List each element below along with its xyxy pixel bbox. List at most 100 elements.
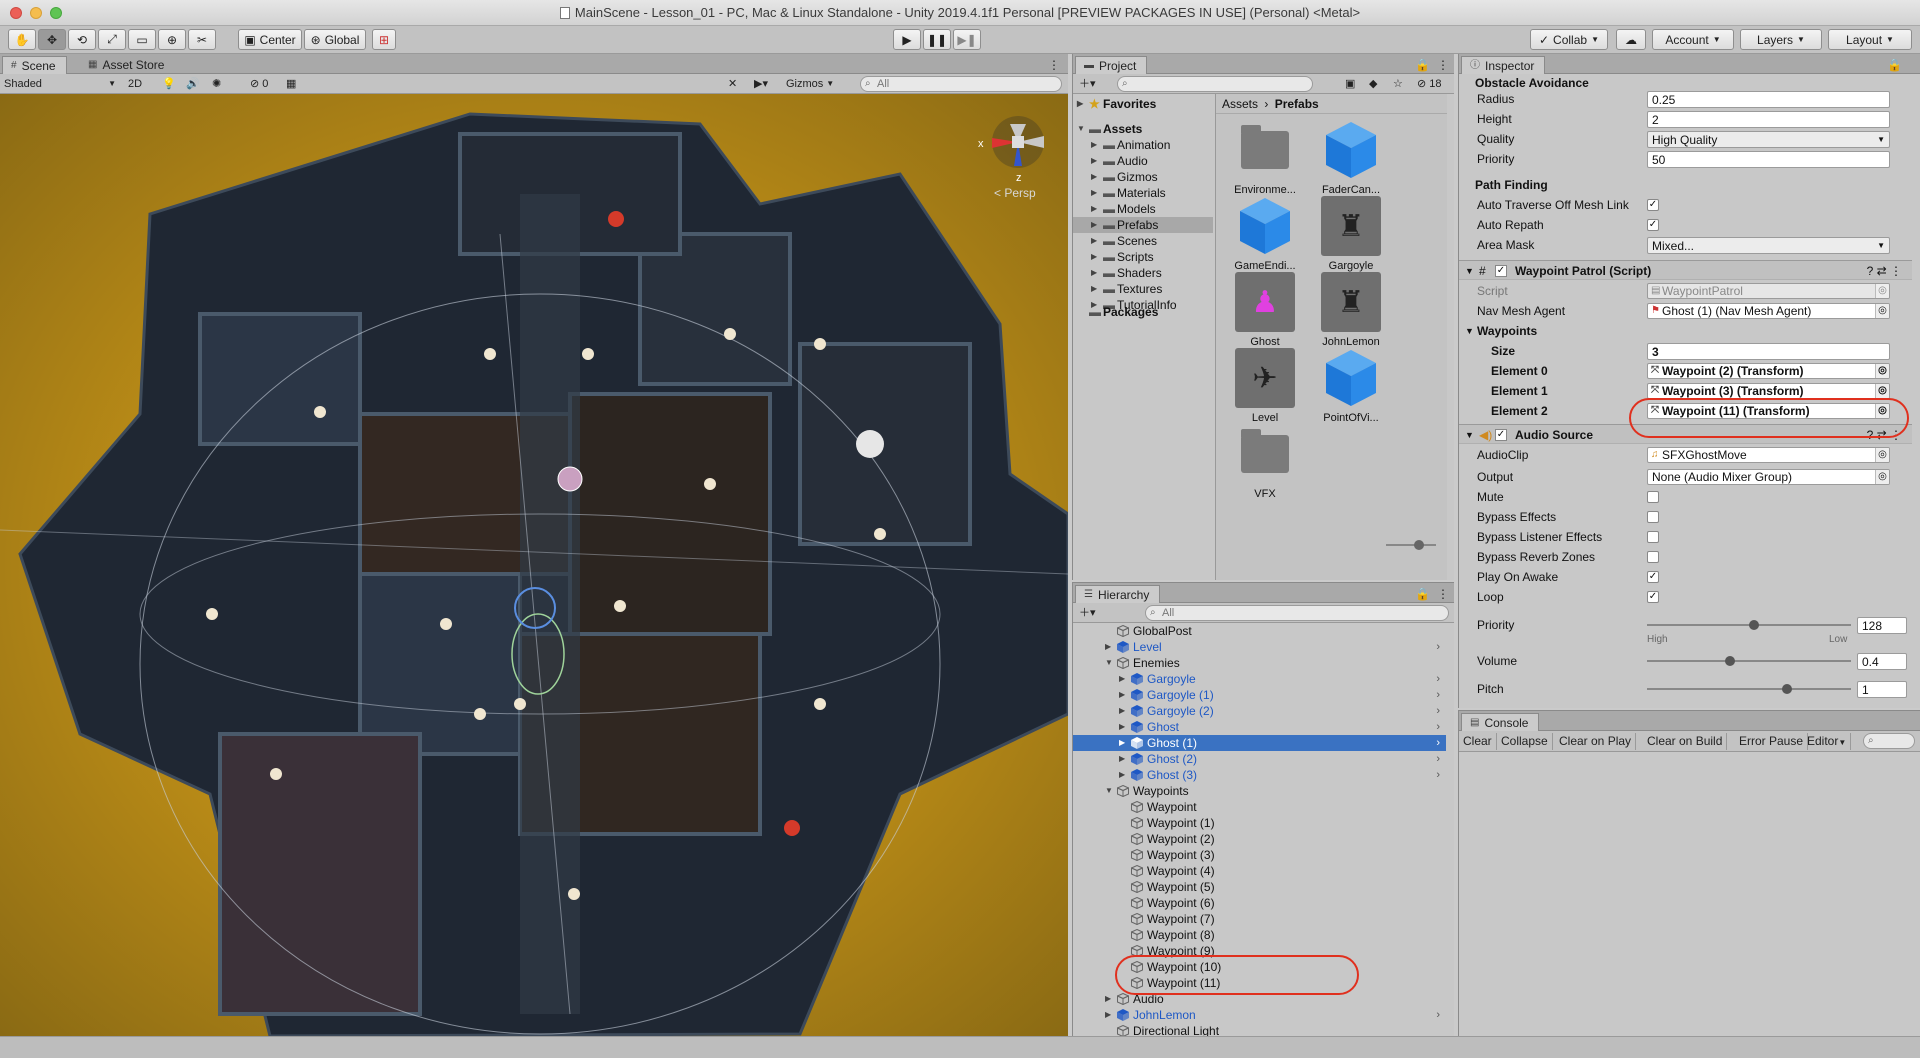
chevron-right-icon[interactable]: › bbox=[1436, 671, 1440, 687]
chevron-right-icon[interactable]: › bbox=[1436, 751, 1440, 767]
object-picker-icon[interactable]: ◎ bbox=[1875, 470, 1889, 484]
snap-button[interactable]: ⊞ bbox=[372, 29, 396, 50]
console-editor-dropdown[interactable]: Editor▼ bbox=[1803, 733, 1852, 750]
hierarchy-row[interactable]: Directional Light bbox=[1073, 1023, 1446, 1037]
folder-item-scripts[interactable]: ▶ ▬ Scripts bbox=[1073, 249, 1213, 265]
waypoint-patrol-enabled-checkbox[interactable]: ✓ bbox=[1495, 265, 1507, 277]
object-picker-icon[interactable]: ◎ bbox=[1875, 448, 1889, 462]
slider-knob[interactable] bbox=[1724, 656, 1735, 666]
asset-item[interactable]: VFX bbox=[1222, 424, 1308, 500]
chevron-right-icon[interactable]: ▶ bbox=[1105, 1007, 1111, 1023]
chevron-right-icon[interactable]: › bbox=[1436, 767, 1440, 783]
tab-console[interactable]: ▤ Console bbox=[1461, 713, 1540, 731]
transform-tool-button[interactable]: ⊕ bbox=[158, 29, 186, 50]
search-by-type-icon[interactable]: ▣ bbox=[1345, 76, 1355, 92]
lock-icon[interactable]: 🔒 bbox=[1887, 56, 1902, 74]
effects-icon[interactable]: ✺ bbox=[212, 76, 221, 92]
hidden-objects-toggle[interactable]: ⊘ 0 bbox=[250, 76, 268, 92]
chevron-right-icon[interactable]: ▶ bbox=[1105, 639, 1111, 655]
chevron-right-icon[interactable]: › bbox=[1436, 735, 1440, 751]
element-0-field[interactable]: ⤧ Waypoint (2) (Transform) ◎ bbox=[1647, 363, 1890, 379]
folder-item-gizmos[interactable]: ▶ ▬ Gizmos bbox=[1073, 169, 1213, 185]
chevron-right-icon[interactable]: ▶ bbox=[1105, 991, 1111, 1007]
rotate-tool-button[interactable]: ⟲ bbox=[68, 29, 96, 50]
console-clear-button[interactable]: Clear bbox=[1459, 733, 1497, 750]
output-field[interactable]: None (Audio Mixer Group) ◎ bbox=[1647, 469, 1890, 485]
chevron-down-icon[interactable]: ▼ bbox=[1105, 655, 1113, 671]
hierarchy-row[interactable]: Waypoint (4) bbox=[1073, 863, 1446, 879]
hierarchy-row[interactable]: ▶ Gargoyle (2) › bbox=[1073, 703, 1446, 719]
create-button[interactable]: ＋▾ bbox=[1079, 76, 1096, 92]
quality-dropdown[interactable]: High Quality ▼ bbox=[1647, 131, 1890, 148]
scene-search-input[interactable]: ⌕ All bbox=[860, 76, 1062, 92]
chevron-right-icon[interactable]: › bbox=[1436, 687, 1440, 703]
asset-item[interactable]: GameEndi... bbox=[1222, 196, 1308, 272]
camera-icon[interactable]: ▶▾ bbox=[754, 76, 768, 92]
object-picker-icon[interactable]: ◎ bbox=[1875, 384, 1889, 398]
hierarchy-row[interactable]: Waypoint bbox=[1073, 799, 1446, 815]
hand-tool-button[interactable]: ✋ bbox=[8, 29, 36, 50]
hierarchy-row[interactable]: ▶ Gargoyle › bbox=[1073, 671, 1446, 687]
folder-item-models[interactable]: ▶ ▬ Models bbox=[1073, 201, 1213, 217]
auto-traverse-checkbox[interactable]: ✓ bbox=[1647, 199, 1659, 211]
hierarchy-row[interactable]: Waypoint (5) bbox=[1073, 879, 1446, 895]
height-field[interactable]: 2 bbox=[1647, 111, 1890, 128]
tab-scene[interactable]: # Scene bbox=[2, 56, 67, 74]
hierarchy-search-input[interactable]: ⌕ All bbox=[1145, 605, 1449, 621]
rect-tool-button[interactable]: ▭ bbox=[128, 29, 156, 50]
bypass-effects-checkbox[interactable] bbox=[1647, 511, 1659, 523]
folder-item-materials[interactable]: ▶ ▬ Materials bbox=[1073, 185, 1213, 201]
priority-field[interactable]: 50 bbox=[1647, 151, 1890, 168]
auto-repath-checkbox[interactable]: ✓ bbox=[1647, 219, 1659, 231]
mute-checkbox[interactable] bbox=[1647, 491, 1659, 503]
hierarchy-row[interactable]: ▶ Ghost › bbox=[1073, 719, 1446, 735]
hierarchy-row[interactable]: Waypoint (3) bbox=[1073, 847, 1446, 863]
hierarchy-row[interactable]: ▶ Gargoyle (1) › bbox=[1073, 687, 1446, 703]
chevron-right-icon[interactable]: › bbox=[1436, 639, 1440, 655]
hierarchy-row[interactable]: ▶ Ghost (1) › bbox=[1073, 735, 1446, 751]
lock-icon[interactable]: 🔒 bbox=[1415, 56, 1430, 74]
pitch-slider[interactable] bbox=[1647, 680, 1851, 698]
slider-knob[interactable] bbox=[1781, 684, 1792, 694]
packages-row[interactable]: ▬ Packages bbox=[1073, 304, 1213, 320]
grid-icon[interactable]: ▦ bbox=[286, 76, 296, 92]
tab-inspector[interactable]: ⓘ Inspector bbox=[1461, 56, 1546, 74]
nav-mesh-agent-field[interactable]: ⚑ Ghost (1) (Nav Mesh Agent) ◎ bbox=[1647, 303, 1890, 319]
chevron-right-icon[interactable]: ▶ bbox=[1119, 751, 1125, 767]
project-search-input[interactable]: ⌕ bbox=[1117, 76, 1313, 92]
waypoints-foldout[interactable]: ▼ Waypoints bbox=[1459, 322, 1912, 340]
favorites-row[interactable]: ▶ ★ Favorites bbox=[1073, 96, 1213, 112]
play-on-awake-checkbox[interactable]: ✓ bbox=[1647, 571, 1659, 583]
folder-item-scenes[interactable]: ▶ ▬ Scenes bbox=[1073, 233, 1213, 249]
console-clear-on-play-button[interactable]: Clear on Play bbox=[1555, 733, 1637, 750]
console-error-pause-button[interactable]: Error Pause bbox=[1735, 733, 1809, 750]
waypoint-patrol-header[interactable]: ▼ # ✓ Waypoint Patrol (Script) ? ⇄ ⋮ bbox=[1459, 260, 1912, 280]
breadcrumb-prefabs[interactable]: Prefabs bbox=[1275, 97, 1319, 111]
bypass-listener-checkbox[interactable] bbox=[1647, 531, 1659, 543]
hierarchy-row[interactable]: Waypoint (8) bbox=[1073, 927, 1446, 943]
asset-item[interactable]: ♜ Gargoyle bbox=[1308, 196, 1394, 272]
panel-menu-icon[interactable]: ⋮ bbox=[1048, 56, 1060, 74]
space-toggle-button[interactable]: ⊛ Global bbox=[304, 29, 366, 50]
folder-item-animation[interactable]: ▶ ▬ Animation bbox=[1073, 137, 1213, 153]
area-mask-dropdown[interactable]: Mixed... ▼ bbox=[1647, 237, 1890, 254]
chevron-right-icon[interactable]: › bbox=[1436, 1007, 1440, 1023]
hierarchy-row[interactable]: ▼ Enemies bbox=[1073, 655, 1446, 671]
asset-item[interactable]: PointOfVi... bbox=[1308, 348, 1394, 424]
zoom-slider[interactable] bbox=[1386, 540, 1436, 550]
custom-tool-button[interactable]: ✂ bbox=[188, 29, 216, 50]
hierarchy-row[interactable]: ▶ Ghost (2) › bbox=[1073, 751, 1446, 767]
chevron-right-icon[interactable]: › bbox=[1436, 719, 1440, 735]
shading-dropdown[interactable]: Shaded ▼ bbox=[4, 76, 116, 92]
breadcrumb-assets[interactable]: Assets bbox=[1222, 97, 1258, 111]
asset-item[interactable]: ✈ Level bbox=[1222, 348, 1308, 424]
favorite-star-icon[interactable]: ☆ bbox=[1393, 76, 1403, 92]
hierarchy-row[interactable]: ▶ Ghost (3) › bbox=[1073, 767, 1446, 783]
console-clear-on-build-button[interactable]: Clear on Build bbox=[1643, 733, 1728, 750]
chevron-right-icon[interactable]: ▶ bbox=[1119, 767, 1125, 783]
component-menu-icon[interactable]: ? ⇄ ⋮ bbox=[1867, 261, 1902, 281]
audio-priority-field[interactable]: 128 bbox=[1857, 617, 1907, 634]
scene-orientation-gizmo[interactable] bbox=[992, 116, 1044, 168]
lighting-icon[interactable]: 💡 bbox=[162, 76, 176, 92]
lock-icon[interactable]: 🔒 bbox=[1415, 585, 1430, 603]
